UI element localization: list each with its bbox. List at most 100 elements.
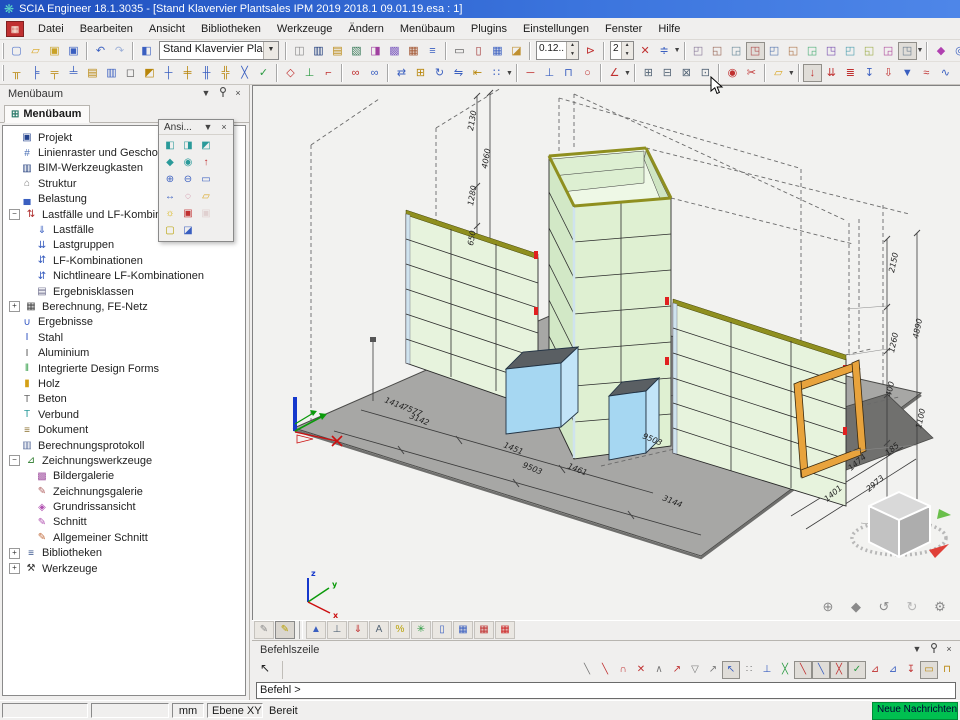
subregion-icon[interactable]: ◩	[140, 64, 159, 82]
new-document-icon[interactable]: ▢	[7, 42, 26, 60]
open-project-icon[interactable]: ▱	[26, 42, 45, 60]
model-viewport[interactable]: 2150489012604001100213040601280650141475…	[252, 85, 960, 620]
view-camera-icon[interactable]: ◉	[179, 154, 197, 171]
layer-manager-icon[interactable]: ≡	[423, 42, 442, 60]
copy-window-icon[interactable]: ⊟	[658, 64, 677, 82]
zoom-all-icon[interactable]: ↔	[161, 188, 179, 205]
show-mesh-icon[interactable]: ✳	[411, 621, 431, 639]
window-layout-12-icon[interactable]: ◳	[898, 42, 917, 60]
chevron-down-icon[interactable]: ▼	[674, 47, 681, 54]
teamwork-icon[interactable]: ◫	[290, 42, 309, 60]
track-angle-2-icon[interactable]: ⊿	[884, 661, 902, 679]
column-icon[interactable]: ╥	[7, 64, 26, 82]
walk-mode-icon[interactable]: ↑	[197, 154, 215, 171]
hinge-icon[interactable]: ◇	[281, 64, 300, 82]
z-direction-icon[interactable]: ↧	[902, 661, 920, 679]
hide-selection-icon[interactable]: ◉	[723, 64, 742, 82]
snap-polygon-icon[interactable]: ▽	[686, 661, 704, 679]
close-icon[interactable]: ×	[942, 643, 956, 656]
tree-expander-icon[interactable]: +	[9, 548, 20, 559]
window-layout-2-icon[interactable]: ◱	[708, 42, 727, 60]
calculator-icon[interactable]: ▦	[488, 42, 507, 60]
draw-circle-icon[interactable]: ○	[578, 64, 597, 82]
opening-icon[interactable]: ◻	[121, 64, 140, 82]
axonometry-icon[interactable]: ◆	[846, 598, 866, 616]
new-messages-button[interactable]: Neue Nachrichten	[872, 702, 958, 720]
mirror-icon[interactable]: ⇋	[449, 64, 468, 82]
rotate-icon[interactable]: ↻	[430, 64, 449, 82]
tree-item-zeichnungsgalerie[interactable]: ✎Zeichnungsgalerie	[3, 484, 245, 499]
store-view-icon[interactable]: ▱	[197, 188, 215, 205]
document-window-icon[interactable]: ▦	[6, 21, 24, 37]
copies-spinner[interactable]: 2 ▲▼	[610, 41, 634, 60]
tree-item-werkzeuge[interactable]: +⚒Werkzeuge	[3, 561, 245, 576]
plane-snap-icon[interactable]: ╲	[812, 661, 830, 679]
binoculars-icon[interactable]: ∞	[346, 64, 365, 82]
pan-view-icon[interactable]: ↻	[902, 598, 922, 616]
undo-icon[interactable]: ↶	[91, 42, 110, 60]
tree-expander-icon[interactable]: −	[9, 455, 20, 466]
tree-item-integrierte-design-forms[interactable]: ‖Integrierte Design Forms	[3, 361, 245, 376]
chevron-down-icon[interactable]: ▼	[263, 42, 278, 59]
results-table-icon[interactable]: ▦	[453, 621, 473, 639]
line-grid-icon[interactable]: ╫	[197, 64, 216, 82]
status-plane[interactable]: Ebene XY	[207, 703, 263, 718]
menu-bibliotheken[interactable]: Bibliotheken	[193, 20, 269, 38]
bim-exchange-icon[interactable]: ◆	[931, 42, 950, 60]
tab-menuebaum[interactable]: ⊞ Menübaum	[4, 105, 90, 123]
support-icon[interactable]: ⊥	[300, 64, 319, 82]
window-layout-6-icon[interactable]: ◱	[784, 42, 803, 60]
rib-icon[interactable]: ╤	[45, 64, 64, 82]
zoom-find-icon[interactable]: ◎	[950, 42, 960, 60]
toolbar-grip[interactable]	[2, 43, 4, 59]
measure-mode-icon[interactable]: ▭	[920, 661, 938, 679]
bim-toolbox-icon[interactable]: ▥	[309, 42, 328, 60]
menu-plugins[interactable]: Plugins	[463, 20, 515, 38]
view-settings-icon[interactable]: ⚙	[930, 598, 950, 616]
haunch-icon[interactable]: ╧	[64, 64, 83, 82]
menu-aendern[interactable]: Ändern	[340, 20, 391, 38]
scale-ratio-icon[interactable]: ≑	[655, 42, 674, 60]
menu-datei[interactable]: Datei	[30, 20, 72, 38]
panel-menu-icon[interactable]: ▼	[201, 121, 215, 134]
menu-bearbeiten[interactable]: Bearbeiten	[72, 20, 141, 38]
line-load-icon[interactable]: ⇊	[822, 64, 841, 82]
chevron-down-icon[interactable]: ▼	[788, 70, 795, 77]
tree-item-zeichnungswerkzeuge[interactable]: −⊿Zeichnungswerkzeuge	[3, 453, 245, 468]
member-recognition-icon[interactable]: ◨	[366, 42, 385, 60]
window-layout-10-icon[interactable]: ◱	[860, 42, 879, 60]
print-data-icon[interactable]: ▯	[469, 42, 488, 60]
cross-snap-icon[interactable]: ╳	[830, 661, 848, 679]
layer-pen-active-icon[interactable]: ✎	[275, 621, 295, 639]
view-manager-icon[interactable]: ◪	[179, 222, 197, 239]
window-layout-11-icon[interactable]: ◲	[879, 42, 898, 60]
window-layout-9-icon[interactable]: ◰	[841, 42, 860, 60]
show-labels-icon[interactable]: A	[369, 621, 389, 639]
cascade-windows-icon[interactable]: ⊠	[677, 64, 696, 82]
tree-item-ergebnisklassen[interactable]: ▤Ergebnisklassen	[3, 284, 245, 299]
show-supports-icon[interactable]: ⊥	[327, 621, 347, 639]
disconnect-members-icon[interactable]: ╳	[235, 64, 254, 82]
draw-perpendicular-icon[interactable]: ⊥	[540, 64, 559, 82]
tree-expander-icon[interactable]: −	[9, 209, 20, 220]
window-layout-4-icon[interactable]: ◳	[746, 42, 765, 60]
draw-line-icon[interactable]: ─	[521, 64, 540, 82]
surface-load-icon[interactable]: ≣	[841, 64, 860, 82]
show-loads-icon[interactable]: ⇓	[348, 621, 368, 639]
view-front-icon[interactable]: ◧	[161, 137, 179, 154]
copy-attributes-icon[interactable]: ▤	[328, 42, 347, 60]
menu-menuebaum[interactable]: Menübaum	[392, 20, 463, 38]
accept-snap-icon[interactable]: ✓	[848, 661, 866, 679]
plate-icon[interactable]: ▤	[83, 64, 102, 82]
view-axo-icon[interactable]: ◆	[161, 154, 179, 171]
tree-item-beton[interactable]: TBeton	[3, 392, 245, 407]
tree-expander-icon[interactable]: +	[9, 301, 20, 312]
render-image-icon[interactable]: ▣	[179, 205, 197, 222]
tree-item-aluminium[interactable]: IAluminium	[3, 345, 245, 360]
predeformation-icon[interactable]: ∿	[936, 64, 955, 82]
moving-load-icon[interactable]: ⇒	[955, 64, 960, 82]
tree-item-nichtlineare-lf-kombinationen[interactable]: ⇵Nichtlineare LF-Kombinationen	[3, 269, 245, 284]
menu-werkzeuge[interactable]: Werkzeuge	[269, 20, 340, 38]
tree-item-berechnungsprotokoll[interactable]: ▥Berechnungsprotokoll	[3, 438, 245, 453]
check-structure-icon[interactable]: ✓	[254, 64, 273, 82]
